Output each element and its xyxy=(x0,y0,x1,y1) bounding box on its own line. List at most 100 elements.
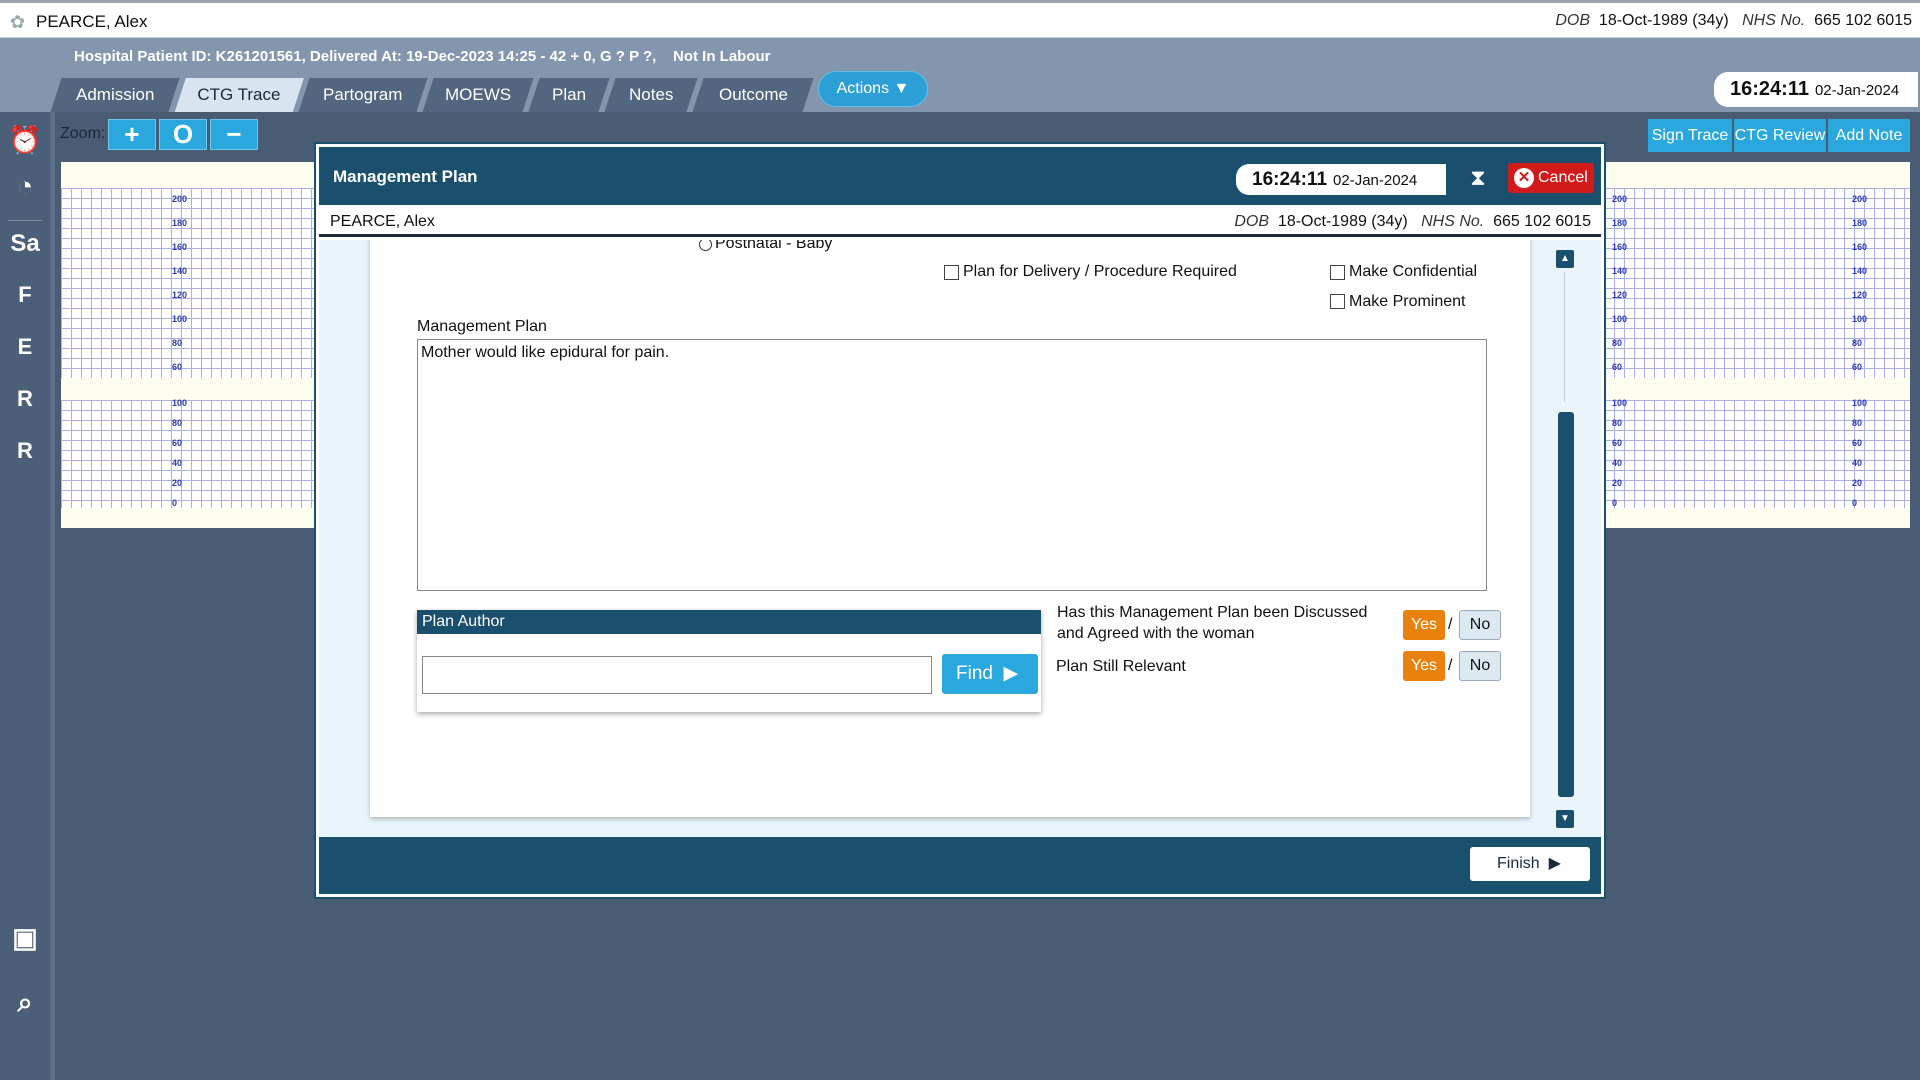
tab-label: Plan xyxy=(551,85,587,104)
make-confidential-checkbox[interactable] xyxy=(1330,265,1345,280)
finish-label: Finish xyxy=(1497,855,1540,872)
relevant-yes-button[interactable]: Yes xyxy=(1403,651,1445,681)
ctg-fhr-grid-right[interactable] xyxy=(1604,188,1910,378)
rail-button-r2[interactable]: R xyxy=(7,433,43,469)
tab-label: Notes xyxy=(628,85,674,104)
dialog-title: Management Plan xyxy=(333,167,478,186)
rail-button-f[interactable]: F xyxy=(7,277,43,313)
tab-plan[interactable]: Plan xyxy=(528,78,610,112)
ctg-tick-label: 180 xyxy=(1612,218,1628,228)
ctg-tick-label: 100 xyxy=(1612,314,1628,324)
tab-partogram[interactable]: Partogram xyxy=(298,78,428,112)
radio-label: Postnatal - Baby xyxy=(715,240,833,252)
ctg-tick-label: 40 xyxy=(1612,458,1623,468)
ctg-tick-label: 200 xyxy=(172,194,188,204)
ctg-tick-label: 80 xyxy=(1612,418,1623,428)
alarm-clock-icon[interactable]: ⏰ xyxy=(7,122,43,158)
radio-postnatal-baby[interactable] xyxy=(699,240,712,251)
finish-button[interactable]: Finish ▶ xyxy=(1470,847,1590,881)
add-note-button[interactable]: Add Note xyxy=(1828,119,1910,152)
hospital-info: Hospital Patient ID: K261201561, Deliver… xyxy=(74,48,771,65)
make-prominent-checkbox[interactable] xyxy=(1330,294,1345,309)
plan-author-input[interactable] xyxy=(422,656,932,694)
management-plan-textarea[interactable]: Mother would like epidural for pain. xyxy=(417,339,1487,591)
history-icon[interactable]: ◔ xyxy=(7,168,43,204)
chevron-down-icon: ▼ xyxy=(893,80,910,97)
dialog-body: Postnatal - Baby Plan for Delivery / Pro… xyxy=(319,240,1601,837)
tab-notes[interactable]: Notes xyxy=(604,78,698,112)
discussed-question-line1: Has this Management Plan been Discussed xyxy=(1057,604,1368,621)
scroll-up-icon[interactable]: ▲ xyxy=(1556,250,1574,268)
ctg-tick-label: 0 xyxy=(1612,498,1618,508)
cancel-label: Cancel xyxy=(1538,169,1588,186)
ctg-tick-label: 40 xyxy=(172,458,183,468)
zoom-reset-button[interactable]: O xyxy=(159,119,207,150)
plan-delivery-label: Plan for Delivery / Procedure Required xyxy=(963,263,1237,280)
actions-label: Actions xyxy=(836,80,890,97)
ctg-tick-label: 20 xyxy=(1852,478,1863,488)
ctg-tick-label: 80 xyxy=(1852,418,1863,428)
plan-author-header: Plan Author xyxy=(417,610,1041,634)
discussed-yes-button[interactable]: Yes xyxy=(1403,610,1445,640)
zoom-out-button[interactable]: − xyxy=(210,119,258,150)
actions-dropdown[interactable]: Actions ▼ xyxy=(818,71,928,107)
rail-button-e[interactable]: E xyxy=(7,329,43,365)
dialog-datetime[interactable]: 16:24:11 02-Jan-2024 xyxy=(1236,164,1446,195)
zoom-in-button[interactable]: + xyxy=(108,119,156,150)
tab-ctg-trace[interactable]: CTG Trace xyxy=(174,78,304,114)
patient-name: PEARCE, Alex xyxy=(36,12,148,31)
tab-outcome[interactable]: Outcome xyxy=(692,78,814,112)
ctg-toco-grid-left[interactable] xyxy=(61,400,316,508)
tab-label: Admission xyxy=(75,85,155,104)
search-icon[interactable]: ⌕ xyxy=(7,984,43,1020)
nhs-value: 665 102 6015 xyxy=(1493,213,1591,230)
dialog-patient-details: DOB 18-Oct-1989 (34y) NHS No. 665 102 60… xyxy=(1234,213,1591,231)
relevant-no-button[interactable]: No xyxy=(1459,651,1501,681)
tab-moews[interactable]: MOEWS xyxy=(422,78,534,112)
left-toolbar: ⏰ ◔ Sa F E R R ▣ ⌕ xyxy=(0,112,50,1080)
rail-button-sa[interactable]: Sa xyxy=(7,226,43,262)
plan-delivery-checkbox[interactable] xyxy=(944,265,959,280)
patient-banner: ✿ PEARCE, Alex DOB 18-Oct-1989 (34y) NHS… xyxy=(0,0,1920,38)
scrollbar-thumb[interactable] xyxy=(1558,412,1574,797)
ctg-tick-label: 0 xyxy=(1852,498,1858,508)
management-plan-label: Management Plan xyxy=(417,318,547,335)
ctg-tick-label: 60 xyxy=(1612,438,1623,448)
current-datetime: 16:24:11 02-Jan-2024 xyxy=(1714,72,1918,107)
slash-separator: / xyxy=(1448,657,1453,674)
ctg-review-button[interactable]: CTG Review xyxy=(1734,119,1826,152)
find-button[interactable]: Find ▶ xyxy=(942,654,1038,694)
discussed-question-line2: and Agreed with the woman xyxy=(1057,625,1255,642)
dialog-patient-name: PEARCE, Alex xyxy=(330,213,435,230)
filter-icon[interactable]: ⧗ xyxy=(1464,164,1492,192)
ctg-tick-label: 60 xyxy=(1852,438,1863,448)
scrollbar-track xyxy=(1564,272,1565,402)
ctg-tick-label: 140 xyxy=(172,266,188,276)
ctg-tick-label: 200 xyxy=(1612,194,1628,204)
discussed-no-button[interactable]: No xyxy=(1459,610,1501,640)
play-arrow-icon: ▶ xyxy=(1003,663,1019,684)
tab-label: MOEWS xyxy=(444,85,512,104)
find-label: Find xyxy=(956,663,993,684)
nhs-label: NHS No. xyxy=(1421,213,1485,230)
dob-value: 18-Oct-1989 (34y) xyxy=(1277,213,1408,230)
sign-trace-button[interactable]: Sign Trace xyxy=(1648,119,1732,152)
ctg-tick-label: 80 xyxy=(1852,338,1863,348)
tab-admission[interactable]: Admission xyxy=(50,78,180,112)
ctg-tick-label: 180 xyxy=(1852,218,1868,228)
clock-time: 16:24:11 xyxy=(1730,78,1809,100)
ctg-tick-label: 120 xyxy=(172,290,188,300)
ctg-tick-label: 60 xyxy=(172,438,183,448)
ctg-tick-label: 100 xyxy=(1852,314,1868,324)
ctg-toco-grid-right[interactable] xyxy=(1604,400,1910,508)
make-confidential-label: Make Confidential xyxy=(1349,263,1478,280)
ctg-tick-label: 160 xyxy=(172,242,188,252)
scroll-down-icon[interactable]: ▼ xyxy=(1556,810,1574,828)
plan-author-panel: Plan Author Find ▶ xyxy=(417,610,1041,712)
ctg-tick-label: 60 xyxy=(172,362,183,372)
app-header: Hospital Patient ID: K261201561, Deliver… xyxy=(0,38,1920,114)
rail-button-r1[interactable]: R xyxy=(7,381,43,417)
cancel-button[interactable]: ✕ Cancel xyxy=(1508,163,1594,193)
ctg-fhr-grid-left[interactable] xyxy=(61,188,316,378)
presentation-icon[interactable]: ▣ xyxy=(7,920,43,956)
